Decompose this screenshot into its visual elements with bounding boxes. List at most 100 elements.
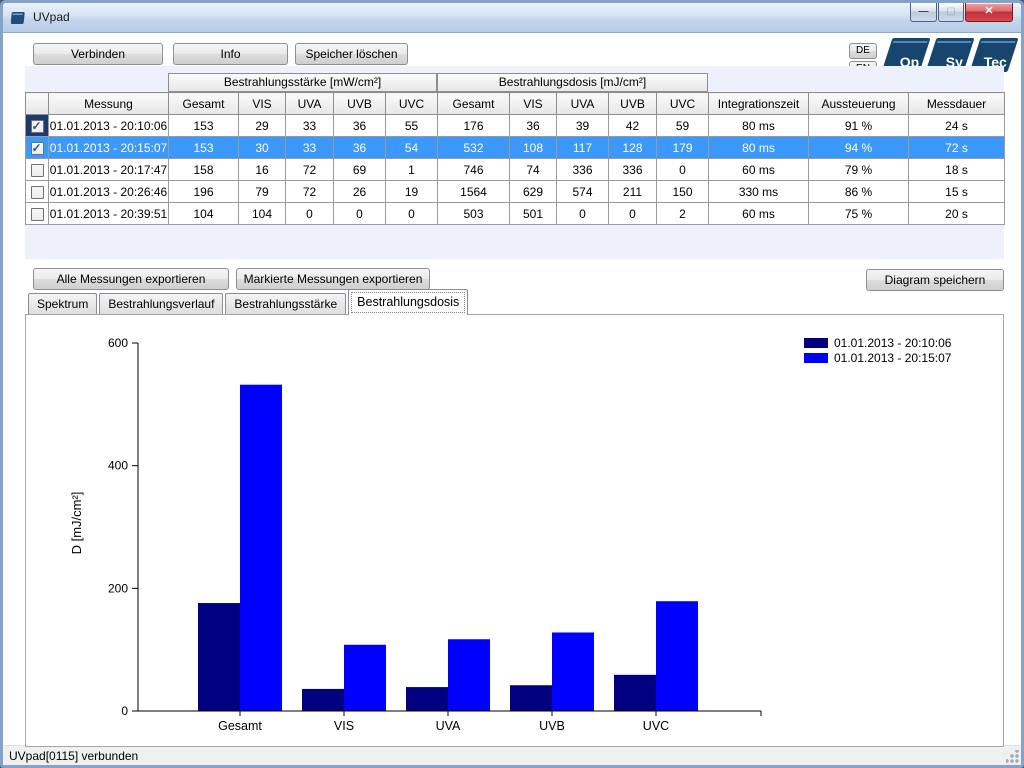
- table-cell[interactable]: 80 ms: [709, 137, 809, 159]
- table-cell[interactable]: 19: [386, 181, 438, 203]
- table-column-header[interactable]: UVA: [557, 93, 609, 115]
- table-cell[interactable]: 1: [386, 159, 438, 181]
- table-column-header[interactable]: UVC: [657, 93, 709, 115]
- table-cell[interactable]: 72 s: [909, 137, 1005, 159]
- table-cell[interactable]: 69: [334, 159, 386, 181]
- table-cell[interactable]: 39: [557, 115, 609, 137]
- row-checkbox[interactable]: [31, 142, 44, 155]
- table-cell[interactable]: 150: [657, 181, 709, 203]
- tab-bestrahlungsdosis[interactable]: Bestrahlungsdosis: [348, 289, 468, 315]
- table-cell[interactable]: 54: [386, 137, 438, 159]
- table-row[interactable]: 01.01.2013 - 20:15:071533033365453210811…: [26, 137, 1005, 159]
- table-cell[interactable]: 33: [286, 115, 334, 137]
- titlebar[interactable]: UVpad — ▢ ✕: [3, 3, 1021, 33]
- table-cell[interactable]: 104: [239, 203, 286, 225]
- export-marked-button[interactable]: Markierte Messungen exportieren: [236, 268, 430, 290]
- table-cell[interactable]: 59: [657, 115, 709, 137]
- table-cell[interactable]: 91 %: [809, 115, 909, 137]
- table-row[interactable]: 01.01.2013 - 20:39:511041040005035010026…: [26, 203, 1005, 225]
- table-row[interactable]: 01.01.2013 - 20:10:061532933365517636394…: [26, 115, 1005, 137]
- table-cell[interactable]: 79: [239, 181, 286, 203]
- table-cell[interactable]: 86 %: [809, 181, 909, 203]
- table-cell[interactable]: 211: [609, 181, 657, 203]
- table-cell[interactable]: 55: [386, 115, 438, 137]
- language-de-button[interactable]: DE: [849, 43, 877, 59]
- tab-bestrahlungsverlauf[interactable]: Bestrahlungsverlauf: [99, 293, 223, 315]
- table-cell[interactable]: 60 ms: [709, 159, 809, 181]
- connect-button[interactable]: Verbinden: [33, 43, 163, 65]
- table-cell[interactable]: 503: [438, 203, 510, 225]
- table-cell[interactable]: 0: [334, 203, 386, 225]
- table-cell[interactable]: 0: [386, 203, 438, 225]
- table-column-header[interactable]: Messdauer: [909, 93, 1005, 115]
- resize-grip-icon[interactable]: [1006, 750, 1019, 763]
- table-cell[interactable]: 80 ms: [709, 115, 809, 137]
- table-column-header[interactable]: Gesamt: [169, 93, 239, 115]
- table-cell[interactable]: 176: [438, 115, 510, 137]
- save-diagram-button[interactable]: Diagram speichern: [866, 269, 1004, 291]
- table-cell[interactable]: 01.01.2013 - 20:39:51: [49, 203, 169, 225]
- row-checkbox[interactable]: [31, 164, 44, 177]
- table-column-header[interactable]: Integrationszeit: [709, 93, 809, 115]
- table-cell[interactable]: 15 s: [909, 181, 1005, 203]
- clear-memory-button[interactable]: Speicher löschen: [295, 43, 408, 65]
- row-checkbox-cell[interactable]: [26, 203, 49, 225]
- table-column-header[interactable]: UVC: [386, 93, 438, 115]
- table-cell[interactable]: 36: [510, 115, 557, 137]
- table-cell[interactable]: 74: [510, 159, 557, 181]
- table-cell[interactable]: 18 s: [909, 159, 1005, 181]
- table-row[interactable]: 01.01.2013 - 20:26:461967972261915646295…: [26, 181, 1005, 203]
- table-column-header[interactable]: UVA: [286, 93, 334, 115]
- table-column-header[interactable]: VIS: [510, 93, 557, 115]
- table-cell[interactable]: 20 s: [909, 203, 1005, 225]
- table-column-header[interactable]: Aussteuerung: [809, 93, 909, 115]
- table-column-header[interactable]: Gesamt: [438, 93, 510, 115]
- table-cell[interactable]: 79 %: [809, 159, 909, 181]
- table-cell[interactable]: 72: [286, 181, 334, 203]
- table-cell[interactable]: 574: [557, 181, 609, 203]
- info-button[interactable]: Info: [173, 43, 288, 65]
- table-cell[interactable]: 128: [609, 137, 657, 159]
- table-cell[interactable]: 1564: [438, 181, 510, 203]
- table-cell[interactable]: 01.01.2013 - 20:10:06: [49, 115, 169, 137]
- row-checkbox-cell[interactable]: [26, 181, 49, 203]
- table-cell[interactable]: 501: [510, 203, 557, 225]
- table-cell[interactable]: 117: [557, 137, 609, 159]
- table-cell[interactable]: 108: [510, 137, 557, 159]
- table-cell[interactable]: 629: [510, 181, 557, 203]
- table-cell[interactable]: 29: [239, 115, 286, 137]
- table-column-header[interactable]: VIS: [239, 93, 286, 115]
- tab-spektrum[interactable]: Spektrum: [28, 293, 97, 315]
- table-cell[interactable]: 24 s: [909, 115, 1005, 137]
- table-column-header[interactable]: UVB: [609, 93, 657, 115]
- minimize-button[interactable]: —: [910, 3, 937, 22]
- table-cell[interactable]: 0: [557, 203, 609, 225]
- row-checkbox-cell[interactable]: [26, 137, 49, 159]
- table-cell[interactable]: 01.01.2013 - 20:26:46: [49, 181, 169, 203]
- row-checkbox[interactable]: [31, 186, 44, 199]
- table-cell[interactable]: 330 ms: [709, 181, 809, 203]
- table-cell[interactable]: 0: [286, 203, 334, 225]
- export-all-button[interactable]: Alle Messungen exportieren: [33, 268, 229, 290]
- table-cell[interactable]: 75 %: [809, 203, 909, 225]
- table-row[interactable]: 01.01.2013 - 20:17:471581672691746743363…: [26, 159, 1005, 181]
- row-checkbox[interactable]: [31, 208, 44, 221]
- maximize-button[interactable]: ▢: [938, 3, 964, 22]
- table-cell[interactable]: 01.01.2013 - 20:17:47: [49, 159, 169, 181]
- table-cell[interactable]: 336: [557, 159, 609, 181]
- table-column-header[interactable]: [26, 93, 49, 115]
- table-cell[interactable]: 158: [169, 159, 239, 181]
- table-cell[interactable]: 42: [609, 115, 657, 137]
- table-cell[interactable]: 2: [657, 203, 709, 225]
- table-cell[interactable]: 0: [657, 159, 709, 181]
- table-cell[interactable]: 72: [286, 159, 334, 181]
- table-cell[interactable]: 60 ms: [709, 203, 809, 225]
- table-column-header[interactable]: UVB: [334, 93, 386, 115]
- row-checkbox-cell[interactable]: [26, 159, 49, 181]
- table-cell[interactable]: 36: [334, 137, 386, 159]
- table-cell[interactable]: 746: [438, 159, 510, 181]
- table-cell[interactable]: 94 %: [809, 137, 909, 159]
- table-cell[interactable]: 26: [334, 181, 386, 203]
- table-column-header[interactable]: Messung: [49, 93, 169, 115]
- table-cell[interactable]: 104: [169, 203, 239, 225]
